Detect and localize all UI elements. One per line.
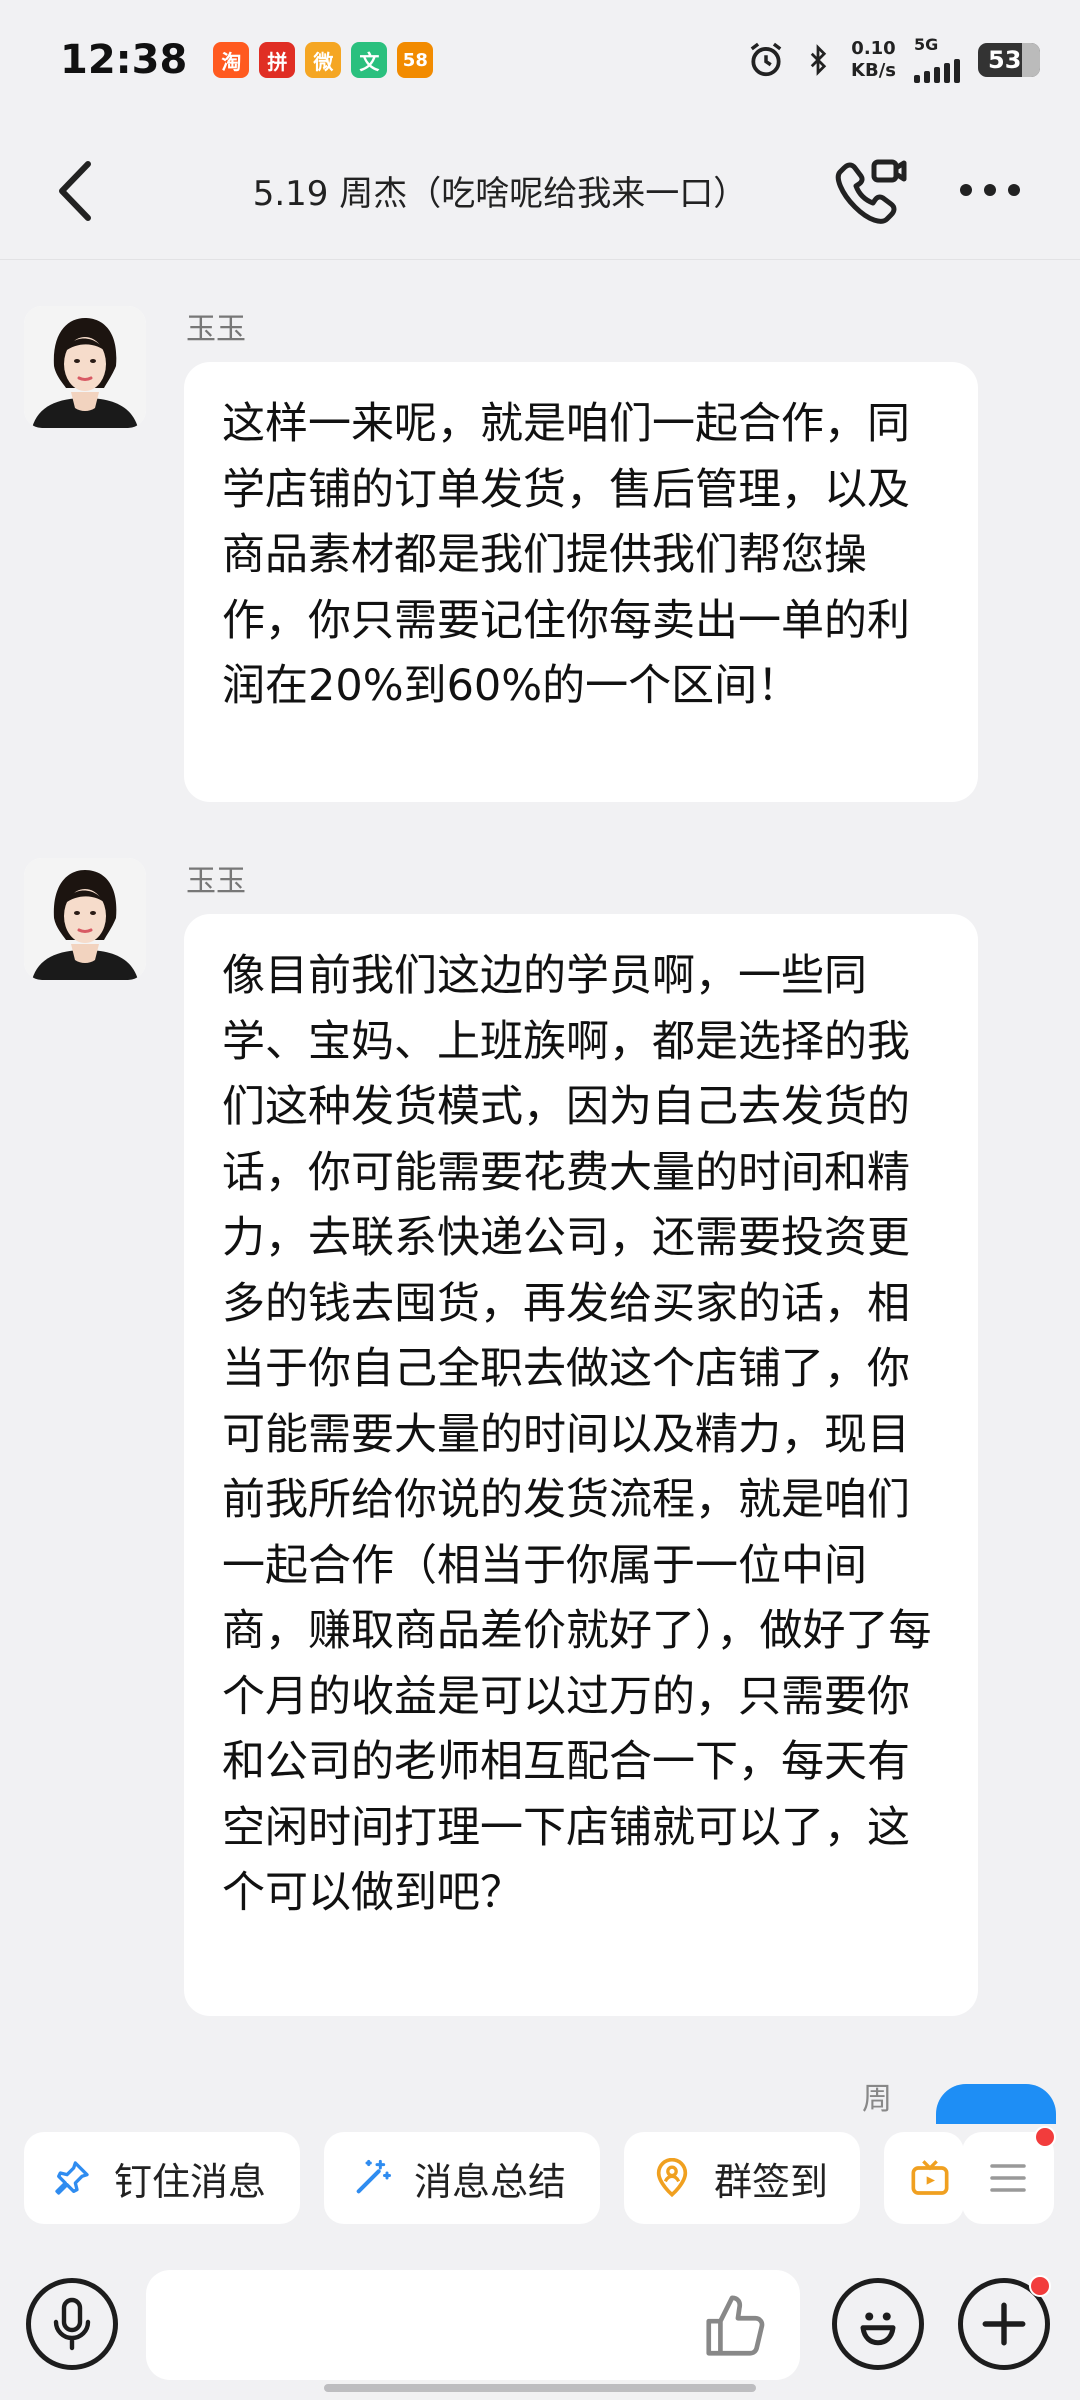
smiley-icon <box>860 2312 896 2346</box>
chip-label: 钉住消息 <box>114 2159 267 2204</box>
microphone-icon <box>53 2297 91 2351</box>
input-bar <box>0 2236 1080 2400</box>
chip-label: 消息总结 <box>414 2159 567 2204</box>
signal-bars-icon <box>914 53 960 83</box>
58-icon: 58 <box>397 42 434 78</box>
bluetooth-icon <box>810 44 827 76</box>
phone-video-icon <box>835 159 907 224</box>
thumbs-up-button[interactable] <box>700 2292 770 2362</box>
dot <box>984 184 996 196</box>
taobao-icon: 淘 <box>213 42 250 78</box>
dot <box>1008 184 1020 196</box>
tv-icon <box>910 2156 950 2200</box>
message-item: 玉玉 这样一来呢，就是咱们一起合作，同学店铺的订单发货，售后管理，以及商品素材都… <box>0 306 1080 806</box>
voice-input-button[interactable] <box>26 2278 118 2370</box>
status-bar: 12:38 淘 拼 微 文 58 0.10 KB/s 5G 53 <box>0 0 1080 120</box>
location-person-icon <box>650 2156 694 2200</box>
network-speed: 0.10 KB/s <box>851 38 896 81</box>
more-options-button[interactable] <box>950 170 1030 210</box>
more-actions-button[interactable] <box>962 2126 1056 2224</box>
avatar-portrait-icon <box>24 858 146 980</box>
status-time: 12:38 <box>60 37 188 83</box>
tv-chip-partial[interactable] <box>884 2132 964 2224</box>
pinduoduo-icon: 拼 <box>259 42 296 78</box>
thumbs-up-icon <box>706 2295 765 2356</box>
weibo-icon: 微 <box>305 42 342 78</box>
menu-icon <box>990 2164 1026 2192</box>
battery-level: 53 <box>988 46 1022 74</box>
notification-dot <box>1029 2275 1051 2297</box>
emoji-button[interactable] <box>832 2278 924 2370</box>
chat-header: 5.19 周杰（吃啥呢给我来一口） <box>0 120 1080 260</box>
message-bubble[interactable]: 像目前我们这边的学员啊，一些同学、宝妈、上班族啊，都是选择的我们这种发货模式，因… <box>184 914 978 2016</box>
next-sender-name: 周 <box>862 2082 892 2117</box>
signal-indicator: 5G <box>914 37 960 83</box>
plus-icon <box>982 2302 1026 2346</box>
avatar[interactable] <box>24 858 146 980</box>
avatar-portrait-icon <box>24 306 146 428</box>
sender-name: 玉玉 <box>186 312 246 347</box>
notification-dot <box>1034 2126 1056 2148</box>
chevron-left-icon <box>59 161 91 221</box>
alarm-icon <box>750 42 782 77</box>
status-indicators: 0.10 KB/s 5G 53 <box>747 37 1040 83</box>
avatar[interactable] <box>24 306 146 428</box>
chat-title[interactable]: 5.19 周杰（吃啥呢给我来一口） <box>180 120 820 260</box>
group-checkin-chip[interactable]: 群签到 <box>624 2132 860 2224</box>
wenku-icon: 文 <box>351 42 388 78</box>
sender-name: 玉玉 <box>186 864 246 899</box>
video-call-button[interactable] <box>830 150 910 230</box>
back-button[interactable] <box>48 156 108 226</box>
chip-label: 群签到 <box>714 2159 829 2204</box>
notification-app-icons: 淘 拼 微 文 58 <box>213 42 434 78</box>
message-item: 玉玉 像目前我们这边的学员啊，一些同学、宝妈、上班族啊，都是选择的我们这种发货模… <box>0 858 1080 2018</box>
dot <box>960 184 972 196</box>
pin-message-chip[interactable]: 钉住消息 <box>24 2132 300 2224</box>
quick-actions-bar: 钉住消息 消息总结 群签到 <box>0 2124 1080 2236</box>
outgoing-message-bubble-peek[interactable] <box>936 2084 1056 2124</box>
battery-icon: 53 <box>978 43 1040 77</box>
pin-icon <box>50 2156 94 2200</box>
add-button[interactable] <box>958 2275 1051 2370</box>
message-summary-chip[interactable]: 消息总结 <box>324 2132 600 2224</box>
home-indicator[interactable] <box>324 2384 756 2392</box>
magic-wand-icon <box>350 2156 394 2200</box>
message-bubble[interactable]: 这样一来呢，就是咱们一起合作，同学店铺的订单发货，售后管理，以及商品素材都是我们… <box>184 362 978 802</box>
